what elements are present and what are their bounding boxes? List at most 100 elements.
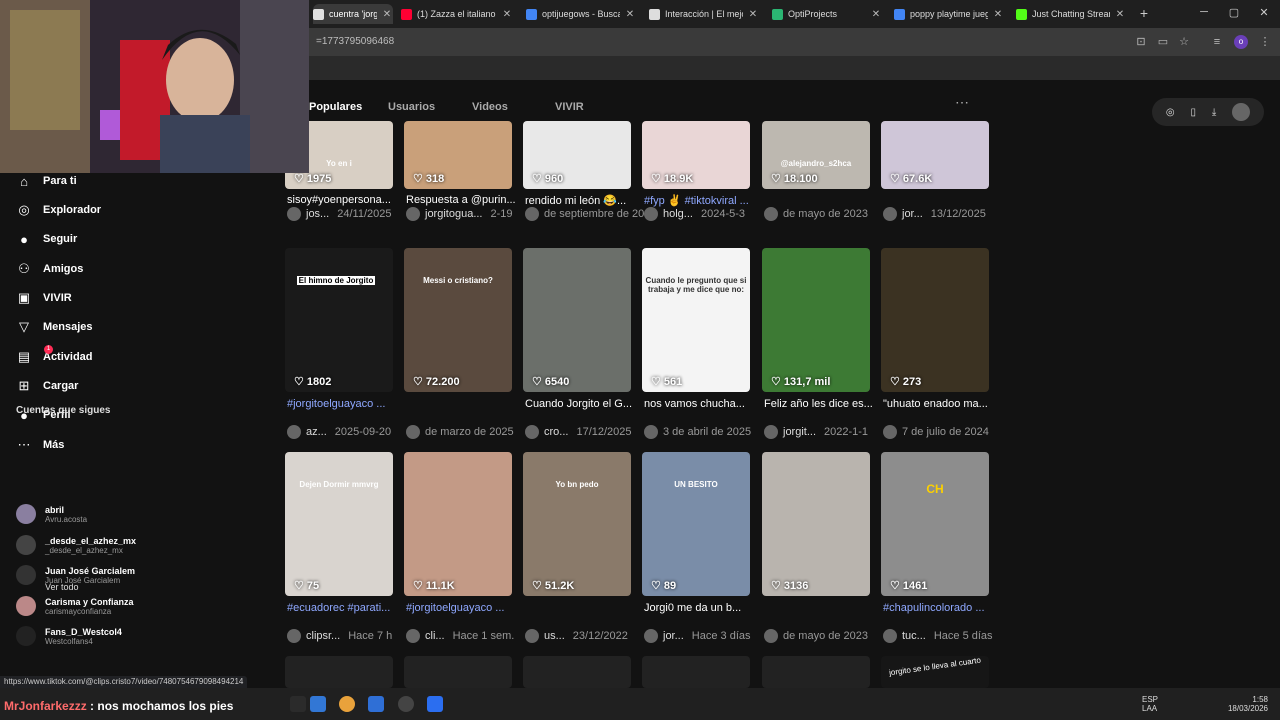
author-avatar[interactable] — [287, 629, 301, 643]
tab-users[interactable]: Usuarios — [388, 101, 435, 113]
video-thumbnail[interactable]: El himno de Jorgito ♡ 1802 — [285, 248, 393, 392]
tab-close-icon[interactable]: ✕ — [624, 9, 636, 20]
author-name[interactable]: jorgitogua... — [425, 208, 482, 220]
bookmark-star-icon[interactable]: ☆ — [1177, 35, 1191, 49]
video-caption[interactable]: #jorgitoelguayaco ... — [287, 398, 407, 410]
author-avatar[interactable] — [525, 425, 539, 439]
video-thumbnail[interactable] — [523, 656, 631, 688]
taskbar-chrome-icon[interactable] — [339, 696, 355, 712]
browser-tab[interactable]: (1) Zazza el italiano - ✕ — [401, 4, 513, 24]
video-thumbnail[interactable]: CH ♡ 1461 — [881, 452, 989, 596]
minimize-icon[interactable]: ─ — [1196, 6, 1212, 18]
author-avatar[interactable] — [406, 629, 420, 643]
video-caption[interactable]: Cuando Jorgito el G... — [525, 398, 645, 410]
tab-close-icon[interactable]: ✕ — [501, 9, 513, 20]
video-thumbnail[interactable]: Yo bn pedo ♡ 51.2K — [523, 452, 631, 596]
following-account[interactable]: abril Avru.acosta — [16, 501, 87, 527]
browser-tab[interactable]: optijuegows - Buscar ✕ — [526, 4, 636, 24]
author-name[interactable]: holg... — [663, 208, 693, 220]
video-caption[interactable]: "uhuato enadoo ma... — [883, 398, 1003, 410]
maximize-icon[interactable]: ▢ — [1226, 6, 1242, 19]
author-avatar[interactable] — [644, 207, 658, 221]
taskbar-obs-icon[interactable] — [398, 696, 414, 712]
video-thumbnail[interactable]: jorgito se lo lleva al cuarto — [881, 656, 989, 688]
translate-icon[interactable]: ⊡ — [1134, 35, 1148, 49]
author-name[interactable]: cro... — [544, 426, 568, 438]
following-account[interactable]: Fans_D_Westcol4 Westcolfans4 — [16, 623, 122, 649]
author-avatar[interactable] — [764, 425, 778, 439]
see-all-link[interactable]: Ver todo — [45, 582, 79, 592]
sidebar-item[interactable]: ⋯ Más — [16, 435, 65, 455]
taskbar-mail-icon[interactable] — [310, 696, 326, 712]
close-window-icon[interactable]: ✕ — [1256, 6, 1272, 19]
author-avatar[interactable] — [525, 629, 539, 643]
video-thumbnail[interactable]: ♡ 273 — [881, 248, 989, 392]
sidebar-item[interactable]: ⊞ Cargar — [16, 376, 79, 396]
video-thumbnail[interactable]: Messi o cristiano? ♡ 72.200 — [404, 248, 512, 392]
tray-language[interactable]: ESP LAA — [1142, 695, 1158, 713]
author-avatar[interactable] — [287, 425, 301, 439]
tab-close-icon[interactable]: ✕ — [381, 9, 393, 20]
sidebar-item[interactable]: ⚇ Amigos — [16, 259, 83, 279]
tab-close-icon[interactable]: ✕ — [1114, 9, 1126, 20]
video-caption[interactable]: Feliz año les dice es... — [764, 398, 884, 410]
video-thumbnail[interactable] — [642, 656, 750, 688]
following-account[interactable]: _desde_el_azhez_mx _desde_el_azhez_mx — [16, 532, 136, 558]
sidebar-item[interactable]: ● Seguir — [16, 229, 77, 249]
tab-close-icon[interactable]: ✕ — [992, 9, 1004, 20]
download-icon[interactable]: ⤓ — [1212, 107, 1216, 118]
more-options-icon[interactable]: ⋯ — [955, 94, 969, 111]
browser-tab[interactable]: poppy playtime jueg: ✕ — [894, 4, 1004, 24]
taskbar-shield-icon[interactable] — [427, 696, 443, 712]
browser-menu-icon[interactable]: ⋮ — [1258, 35, 1272, 49]
author-name[interactable]: jorgit... — [783, 426, 816, 438]
author-name[interactable]: jor... — [663, 630, 684, 642]
user-avatar-icon[interactable] — [1232, 103, 1251, 121]
profile-avatar-icon[interactable]: o — [1234, 35, 1248, 49]
video-thumbnail[interactable]: Dejen Dormir mmvrg ♡ 75 — [285, 452, 393, 596]
author-name[interactable]: clipsr... — [306, 630, 340, 642]
compass-tool-icon[interactable]: ◎ — [1166, 107, 1175, 118]
video-thumbnail[interactable]: ♡ 67.6K — [881, 121, 989, 189]
author-name[interactable]: tuc... — [902, 630, 926, 642]
taskbar-app-icon[interactable] — [290, 696, 306, 712]
tab-close-icon[interactable]: ✕ — [870, 9, 882, 20]
browser-tab[interactable]: cuentra 'jorgito ✕ — [313, 4, 393, 24]
video-caption[interactable]: #chapulincolorado ... — [883, 602, 1003, 614]
author-avatar[interactable] — [883, 629, 897, 643]
video-caption[interactable]: #ecuadorec #parati... — [287, 602, 407, 614]
video-thumbnail[interactable]: ♡ 6540 — [523, 248, 631, 392]
video-thumbnail[interactable]: ♡ 18.9K — [642, 121, 750, 189]
author-name[interactable]: jos... — [306, 208, 329, 220]
url-text[interactable]: =1773795096468 — [316, 36, 394, 47]
author-name[interactable]: us... — [544, 630, 565, 642]
video-thumbnail[interactable]: ♡ 11.1K — [404, 452, 512, 596]
author-name[interactable]: jor... — [902, 208, 923, 220]
author-name[interactable]: cli... — [425, 630, 445, 642]
author-avatar[interactable] — [287, 207, 301, 221]
browser-tab[interactable]: OptiProjects ✕ — [772, 4, 882, 24]
device-icon[interactable]: ▯ — [1190, 107, 1196, 118]
video-thumbnail[interactable]: ♡ 960 — [523, 121, 631, 189]
tab-videos[interactable]: Videos — [472, 101, 508, 113]
video-thumbnail[interactable] — [285, 656, 393, 688]
author-avatar[interactable] — [644, 629, 658, 643]
video-caption[interactable]: nos vamos chucha... — [644, 398, 764, 410]
author-avatar[interactable] — [525, 207, 539, 221]
video-caption[interactable]: Jorgi0 me da un b... — [644, 602, 764, 614]
video-thumbnail[interactable]: @alejandro_s2hca ♡ 18.100 — [762, 121, 870, 189]
video-thumbnail[interactable] — [762, 656, 870, 688]
author-avatar[interactable] — [764, 207, 778, 221]
tab-live[interactable]: VIVIR — [555, 101, 584, 113]
media-control-icon[interactable]: ≡ — [1210, 35, 1224, 49]
video-thumbnail[interactable]: Cuando le pregunto que si trabaja y me d… — [642, 248, 750, 392]
video-caption[interactable]: Respuesta a @purin... — [406, 194, 526, 206]
browser-tab[interactable]: Just Chatting Stream ✕ — [1016, 4, 1126, 24]
video-thumbnail[interactable]: ♡ 3136 — [762, 452, 870, 596]
tab-close-icon[interactable]: ✕ — [747, 9, 759, 20]
video-thumbnail[interactable]: ♡ 318 — [404, 121, 512, 189]
taskbar-photos-icon[interactable] — [368, 696, 384, 712]
new-tab-button[interactable]: + — [1136, 5, 1152, 21]
sidebar-item[interactable]: ▤ 1 Actividad — [16, 345, 93, 367]
author-avatar[interactable] — [764, 629, 778, 643]
